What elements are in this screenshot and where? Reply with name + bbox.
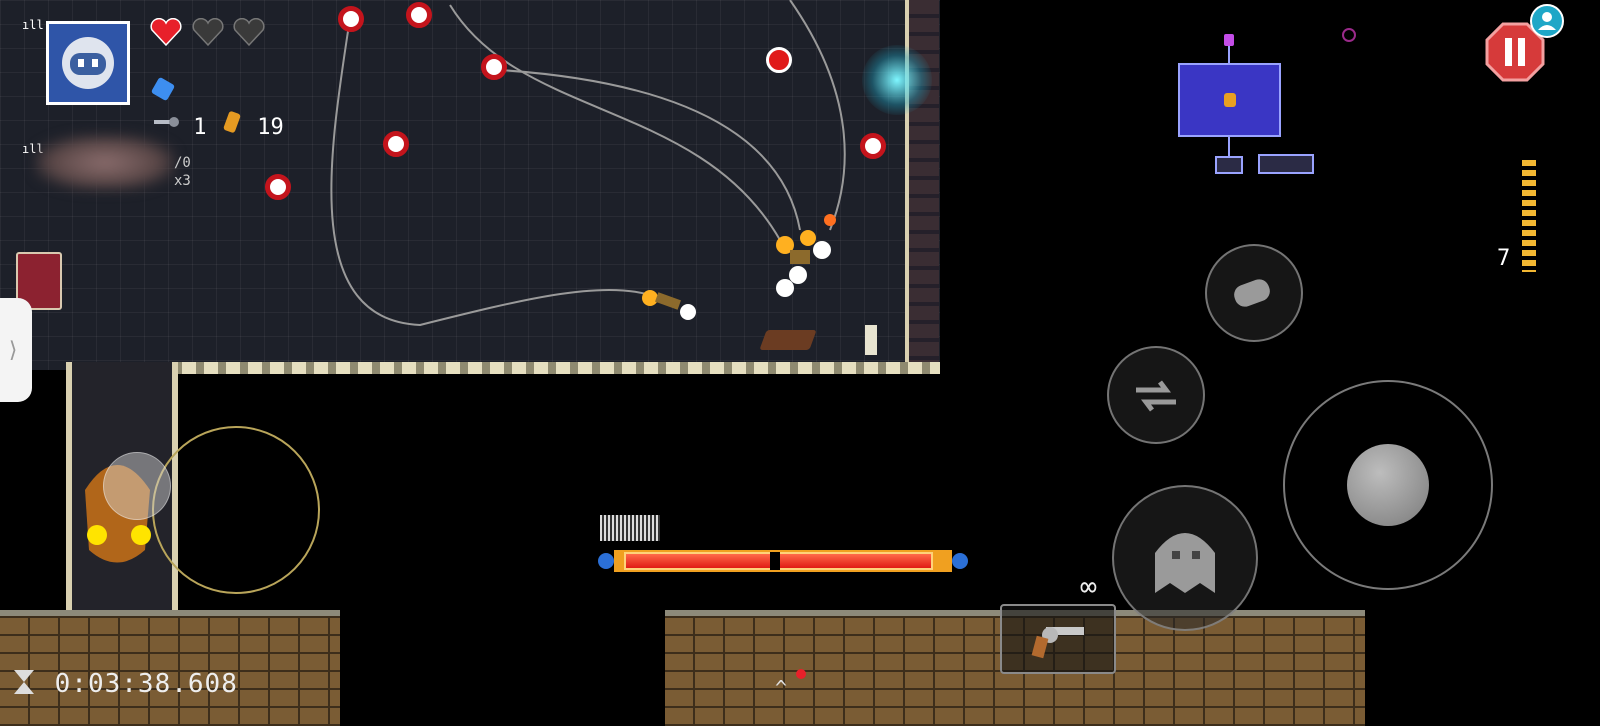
notification-dot <box>796 669 806 679</box>
movement-joystick[interactable] <box>152 426 320 594</box>
enemy-bullet <box>383 131 409 157</box>
heart-full-icon <box>150 18 182 46</box>
hourglass-icon <box>14 670 34 694</box>
minimap-room <box>1258 154 1314 174</box>
swap-icon <box>1136 380 1176 412</box>
run-timer: 0:03:38.608 <box>10 668 238 699</box>
swap-weapon-button[interactable] <box>1107 346 1205 444</box>
blurred-player-name <box>35 135 175 190</box>
enemy-bullet <box>860 133 886 159</box>
heart-empty-icon <box>192 18 224 46</box>
aim-joystick-thumb[interactable] <box>1347 444 1429 526</box>
minimap-marker-icon <box>1224 34 1234 46</box>
enemy-bullet <box>766 47 792 73</box>
enemy-bullet <box>265 174 291 200</box>
ghost-icon <box>1155 533 1215 593</box>
player-marker-icon <box>1224 93 1236 107</box>
teleporter-glow <box>862 45 932 115</box>
rocket-cluster <box>770 210 850 300</box>
player-rocket <box>640 290 700 320</box>
revolver-icon <box>1031 627 1084 659</box>
clip-count: 7 <box>1497 246 1511 271</box>
chevron-right-icon: ⟩ <box>6 337 20 363</box>
enemy-bullet <box>338 6 364 32</box>
infinite-ammo-indicator: ∞ <box>1080 570 1097 603</box>
stat-line-2: x3 <box>174 173 191 189</box>
side-drawer-tab[interactable]: ⟩ <box>0 298 32 402</box>
blank-button[interactable] <box>1112 485 1258 631</box>
player-avatar[interactable] <box>46 21 130 105</box>
heart-empty-icon <box>233 18 265 46</box>
key-count-value: 1 <box>193 115 207 140</box>
expand-arrow[interactable]: ^ <box>775 676 787 700</box>
current-weapon-slot[interactable] <box>1000 604 1116 674</box>
blank-icon <box>150 76 176 106</box>
candle <box>865 325 877 355</box>
key-icon <box>154 117 179 127</box>
health-hearts <box>150 18 265 50</box>
boss-name-label <box>600 515 660 541</box>
bullet-icon <box>1234 279 1270 307</box>
robot-face-icon <box>62 37 114 89</box>
minimap-portal-icon <box>1342 28 1356 42</box>
reload-button[interactable] <box>1205 244 1303 342</box>
boss-health-marker <box>770 552 780 570</box>
movement-joystick-thumb[interactable] <box>103 452 171 520</box>
stat-line-1: /0 <box>174 155 191 171</box>
fallen-table <box>759 330 817 350</box>
minimap-room <box>1215 156 1243 174</box>
ammo-clip-indicator <box>1522 160 1536 272</box>
timer-value: 0:03:38.608 <box>54 669 238 699</box>
shell-casing-icon <box>223 111 241 133</box>
enemy-bullet <box>406 2 432 28</box>
shell-currency: 19 <box>220 110 284 140</box>
minimap-current-room[interactable] <box>1178 63 1281 137</box>
profile-icon[interactable] <box>1530 4 1564 38</box>
enemy-bullet <box>481 54 507 80</box>
shell-count-value: 19 <box>257 115 284 140</box>
signal-strength-top: ıll <box>22 18 44 32</box>
